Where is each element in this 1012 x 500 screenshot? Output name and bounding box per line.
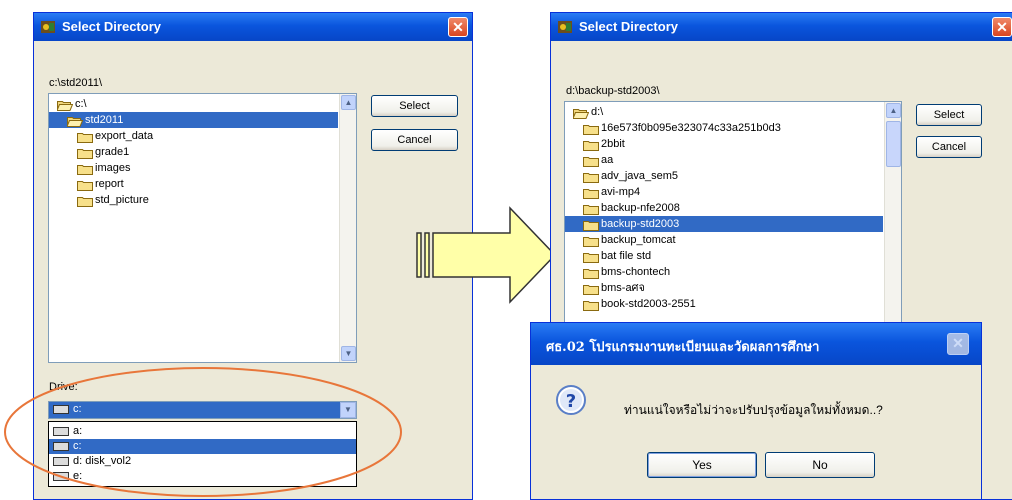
folder-icon xyxy=(583,299,599,311)
yes-button[interactable]: Yes xyxy=(647,452,757,478)
tree-item-label: std_picture xyxy=(95,194,149,207)
folder-icon xyxy=(77,131,93,143)
right-tree-item[interactable]: d:\ xyxy=(565,104,883,120)
folder-open-icon xyxy=(56,99,74,111)
no-button[interactable]: No xyxy=(765,452,875,478)
right-current-path: d:\backup-std2003\ xyxy=(566,85,660,97)
left-tree-item[interactable]: images xyxy=(49,160,338,176)
left-close-button[interactable]: ✕ xyxy=(448,17,468,37)
right-tree-item[interactable]: 2bbit xyxy=(565,136,883,152)
tree-item-label: 2bbit xyxy=(601,138,625,151)
folder-icon xyxy=(583,203,599,215)
right-tree-item[interactable]: aa xyxy=(565,152,883,168)
confirm-message-box: ศธ.02 โปรแกรมงานทะเบียนและวัดผลการศึกษา … xyxy=(530,322,982,500)
left-scrollbar[interactable]: ▲ ▼ xyxy=(339,94,356,362)
message-text: ท่านแน่ใจหรือไม่ว่าจะปรับปรุงข้อมูลใหม่ท… xyxy=(624,403,883,417)
folder-icon xyxy=(583,235,599,247)
message-box-close-button[interactable]: ✕ xyxy=(947,333,969,355)
folder-icon xyxy=(583,187,599,199)
left-tree-item[interactable]: grade1 xyxy=(49,144,338,160)
tree-item-label: std2011 xyxy=(85,114,124,127)
right-title-bar[interactable]: Select Directory ✕ xyxy=(551,13,1012,41)
left-title-bar[interactable]: Select Directory ✕ xyxy=(34,13,472,41)
scroll-up-icon[interactable]: ▲ xyxy=(886,103,901,118)
left-tree-item[interactable]: std_picture xyxy=(49,192,338,208)
left-tree-item[interactable]: std2011 xyxy=(49,112,338,128)
tree-item-label: avi-mp4 xyxy=(601,186,641,199)
folder-icon xyxy=(583,139,599,151)
left-cancel-button[interactable]: Cancel xyxy=(371,129,458,151)
tree-item-label: bat file std xyxy=(601,250,652,263)
tree-item-label: images xyxy=(95,162,131,175)
tree-item-label: bms-aศจ xyxy=(601,282,645,295)
tree-item-label: c:\ xyxy=(75,98,87,111)
scroll-down-icon[interactable]: ▼ xyxy=(341,346,356,361)
folder-icon xyxy=(583,283,599,295)
left-tree-item[interactable]: report xyxy=(49,176,338,192)
right-tree-item[interactable]: book-std2003-2551 xyxy=(565,296,883,312)
right-close-button[interactable]: ✕ xyxy=(992,17,1012,37)
tree-item-label: book-std2003-2551 xyxy=(601,298,696,311)
right-tree-item[interactable]: bms-chontech xyxy=(565,264,883,280)
left-dialog-title: Select Directory xyxy=(62,19,161,34)
question-icon: ? xyxy=(556,385,586,415)
folder-icon xyxy=(583,155,599,167)
tree-item-label: backup_tomcat xyxy=(601,234,676,247)
folder-icon xyxy=(583,219,599,231)
left-select-button[interactable]: Select xyxy=(371,95,458,117)
right-tree-item[interactable]: avi-mp4 xyxy=(565,184,883,200)
tree-item-label: grade1 xyxy=(95,146,130,159)
highlight-ellipse xyxy=(4,367,402,497)
close-icon: ✕ xyxy=(952,335,964,351)
tree-item-label: backup-std2003 xyxy=(601,218,680,231)
folder-open-icon xyxy=(66,115,84,127)
folder-icon xyxy=(583,123,599,135)
tree-item-label: bms-chontech xyxy=(601,266,671,279)
folder-icon xyxy=(583,251,599,263)
scroll-up-icon[interactable]: ▲ xyxy=(341,95,356,110)
folder-icon xyxy=(77,195,93,207)
scroll-thumb[interactable] xyxy=(886,121,901,167)
right-tree-item[interactable]: bat file std xyxy=(565,248,883,264)
left-current-path: c:\std2011\ xyxy=(49,77,102,89)
right-select-button[interactable]: Select xyxy=(916,104,982,126)
app-icon xyxy=(41,21,55,33)
right-scrollbar[interactable]: ▲ xyxy=(884,102,901,330)
close-icon: ✕ xyxy=(996,19,1008,35)
folder-icon xyxy=(583,171,599,183)
tree-item-label: d:\ xyxy=(591,106,604,119)
left-directory-list[interactable]: c:\ std2011 export_data grade1 images report s… xyxy=(48,93,357,363)
message-box-title: ศธ.02 โปรแกรมงานทะเบียนและวัดผลการศึกษา xyxy=(546,340,820,355)
message-box-title-bar[interactable]: ศธ.02 โปรแกรมงานทะเบียนและวัดผลการศึกษา … xyxy=(531,323,981,365)
tree-item-label: aa xyxy=(601,154,614,167)
right-tree-item[interactable]: backup-std2003 xyxy=(565,216,883,232)
arrow-right-icon xyxy=(416,206,557,304)
close-icon: ✕ xyxy=(452,19,464,35)
left-tree-item[interactable]: c:\ xyxy=(49,96,338,112)
tree-item-label: report xyxy=(95,178,124,191)
right-tree-item[interactable]: 16e573f0b095e323074c33a251b0d3 xyxy=(565,120,883,136)
right-tree-item[interactable]: backup-nfe2008 xyxy=(565,200,883,216)
folder-icon xyxy=(583,267,599,279)
right-cancel-button[interactable]: Cancel xyxy=(916,136,982,158)
app-icon xyxy=(558,21,572,33)
left-tree-item[interactable]: export_data xyxy=(49,128,338,144)
folder-icon xyxy=(77,147,93,159)
right-tree-item[interactable]: backup_tomcat xyxy=(565,232,883,248)
folder-open-icon xyxy=(572,107,590,119)
right-dialog-title: Select Directory xyxy=(579,19,678,34)
tree-item-label: export_data xyxy=(95,130,154,143)
tree-item-label: 16e573f0b095e323074c33a251b0d3 xyxy=(601,122,781,135)
right-tree-item[interactable]: adv_java_sem5 xyxy=(565,168,883,184)
folder-icon xyxy=(77,163,93,175)
folder-icon xyxy=(77,179,93,191)
right-directory-list[interactable]: d:\ 16e573f0b095e323074c33a251b0d3 2bbit aa… xyxy=(564,101,902,331)
svg-text:?: ? xyxy=(566,391,576,412)
tree-item-label: adv_java_sem5 xyxy=(601,170,679,183)
right-tree-item[interactable]: bms-aศจ xyxy=(565,280,883,296)
tree-item-label: backup-nfe2008 xyxy=(601,202,680,215)
